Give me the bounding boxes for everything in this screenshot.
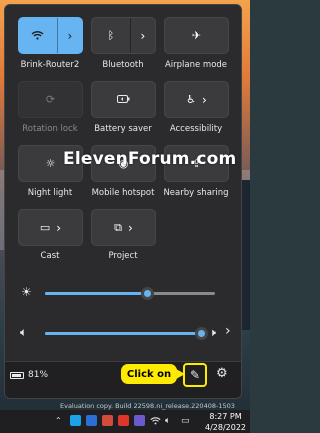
tile-label: Night light (27, 188, 73, 198)
cast-icon: ▭ (39, 221, 51, 234)
tile-label: Project (108, 251, 138, 261)
chevron-up-icon[interactable]: ⌃ (55, 416, 62, 425)
tile-label: Brink-Router2 (20, 60, 80, 70)
chevron-right-icon: › (67, 28, 73, 43)
clock-time: 8:27 PM (209, 412, 242, 421)
volume-output-chevron-icon[interactable]: › (225, 323, 231, 339)
volume-slider-fill (45, 332, 201, 335)
wifi-icon (31, 30, 44, 42)
tile-label: Bluetooth (102, 60, 144, 70)
office-app-icon[interactable] (102, 415, 113, 426)
defender-app-icon[interactable] (86, 415, 97, 426)
chevron-right-icon: › (56, 220, 62, 235)
battery-status[interactable]: 81% (10, 370, 48, 380)
project-icon: ⧉ (114, 221, 123, 234)
bluetooth-tile[interactable]: ᛒ › (91, 17, 156, 54)
tile-label: Nearby sharing (163, 188, 229, 198)
volume-tray-icon[interactable]: 🔈︎ (165, 416, 170, 426)
tile-label: Battery saver (94, 124, 152, 134)
chevron-right-icon: › (202, 92, 207, 107)
bluetooth-icon: ᛒ (107, 29, 115, 42)
edit-quick-settings-button[interactable]: ✎ (183, 363, 207, 387)
wifi-expand-button[interactable]: › (56, 18, 82, 53)
cloud-app-icon[interactable] (70, 415, 81, 426)
tile-label: Cast (40, 251, 60, 261)
tile-label: Airplane mode (164, 60, 228, 70)
brightness-slider-fill (45, 292, 147, 295)
taskbar: ⌃ 🔈︎ ▭ 8:27 PM 4/28/2022 (0, 410, 250, 433)
click-on-callout: Click on (121, 364, 185, 384)
rotation-lock-tile[interactable]: ⟳ (18, 81, 83, 118)
volume-slider-thumb[interactable] (194, 327, 208, 340)
rotation-lock-icon: ⟳ (45, 93, 56, 106)
airplane-icon: ✈ (191, 29, 202, 42)
speaker-icon: 🔈︎ (20, 325, 28, 339)
clock-date: 4/28/2022 (205, 423, 247, 432)
brightness-slider-thumb[interactable] (140, 287, 154, 300)
project-tile[interactable]: ⧉ › (91, 209, 156, 246)
chevron-right-icon: › (140, 28, 146, 43)
volume-slider[interactable] (45, 327, 208, 340)
night-light-icon: ☼ (45, 157, 56, 170)
quick-settings-panel: › ᛒ › ✈ Brink-Router2 Bluetooth Airplane… (4, 4, 242, 399)
evaluation-watermark: Evaluation copy. Build 22598.ni_release.… (60, 402, 235, 410)
cast-tile[interactable]: ▭ › (18, 209, 83, 246)
accessibility-tile[interactable]: ♿ › (164, 81, 229, 118)
tile-label: Accessibility (169, 124, 223, 134)
battery-tray-icon[interactable]: ▭ (181, 416, 190, 426)
brightness-slider[interactable] (45, 287, 215, 300)
pencil-icon: ✎ (189, 368, 201, 382)
battery-saver-tile[interactable] (91, 81, 156, 118)
chevron-right-icon: › (128, 220, 133, 235)
wifi-tile[interactable]: › (18, 17, 83, 54)
battery-percent: 81% (28, 370, 49, 380)
battery-icon (10, 371, 24, 379)
battery-saver-icon (117, 94, 130, 105)
watermark-text: ElevenForum.com (63, 149, 237, 169)
wifi-toggle[interactable] (19, 18, 57, 53)
tile-label: Rotation lock (22, 124, 78, 134)
pdf-app-icon[interactable] (118, 415, 129, 426)
media-app-icon[interactable] (134, 415, 145, 426)
settings-gear-icon[interactable]: ⚙ (216, 366, 228, 381)
bluetooth-toggle[interactable]: ᛒ (92, 18, 130, 53)
taskbar-clock[interactable]: 8:27 PM 4/28/2022 (205, 411, 246, 433)
airplane-mode-tile[interactable]: ✈ (164, 17, 229, 54)
audio-output-icon[interactable]: 🕨 (209, 326, 216, 340)
brightness-icon: ☀ (21, 285, 32, 299)
wifi-tray-icon[interactable] (150, 416, 161, 428)
accessibility-icon: ♿ (186, 93, 197, 106)
tile-label: Mobile hotspot (91, 188, 155, 198)
bluetooth-expand-button[interactable]: › (129, 18, 155, 53)
